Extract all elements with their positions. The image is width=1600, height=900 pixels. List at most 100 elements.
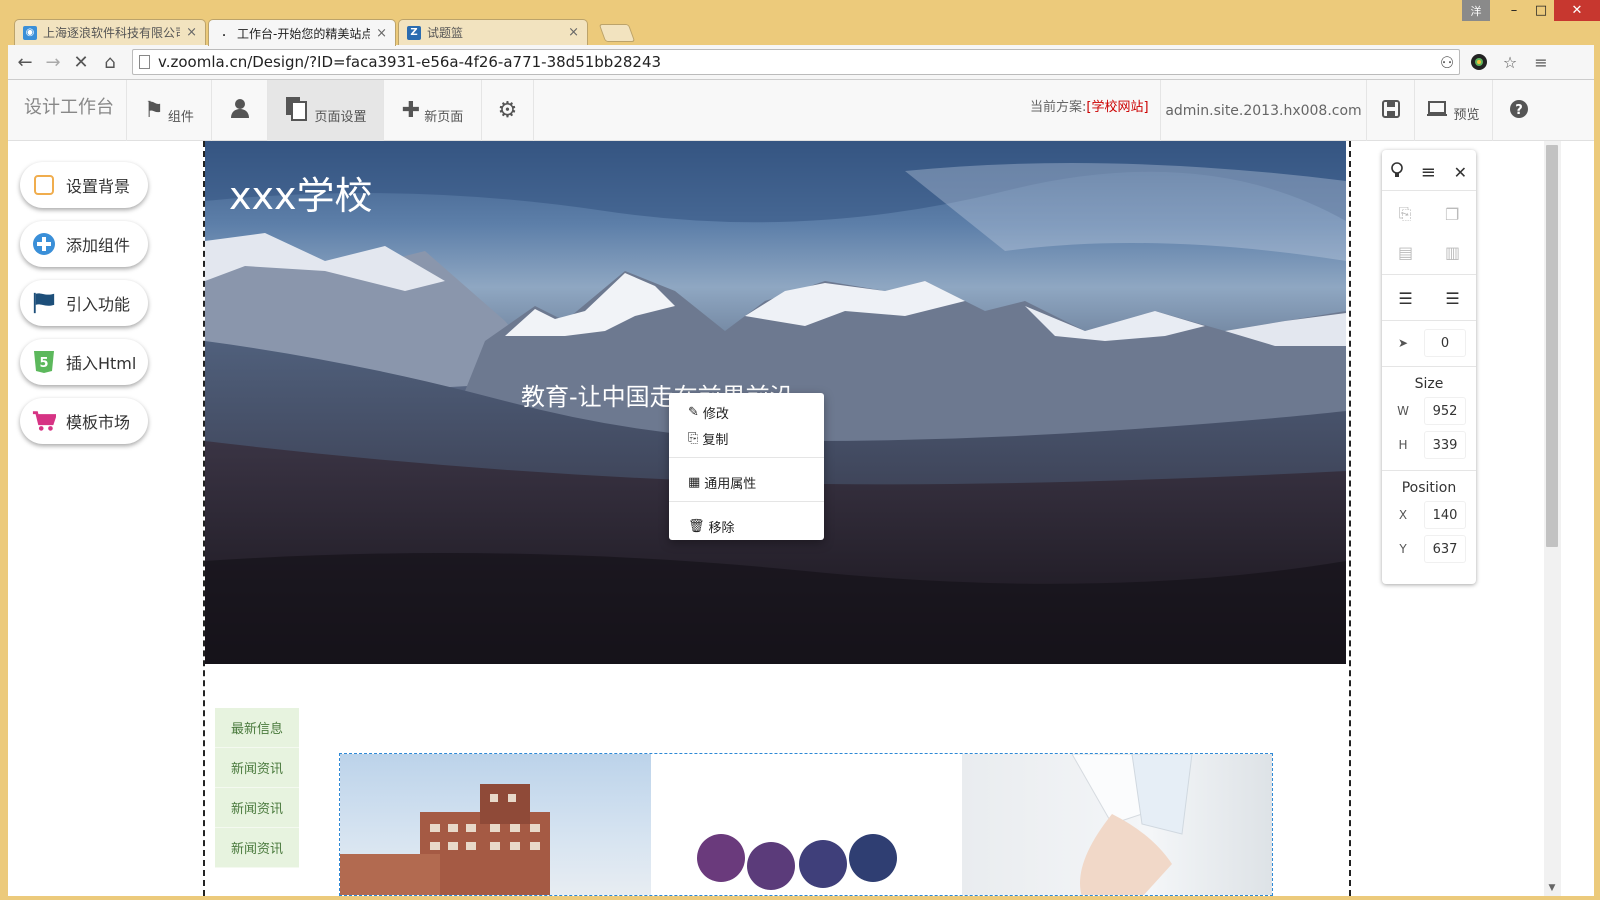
list-item[interactable]: 新闻资讯 — [215, 748, 299, 788]
copy-icon[interactable]: ⎘ — [1399, 204, 1412, 224]
back-arrow-icon[interactable]: ← — [12, 49, 38, 75]
width-field: W 952 — [1382, 397, 1476, 425]
current-scheme[interactable]: 当前方案:[学校网站] — [1030, 80, 1149, 141]
save-button[interactable] — [1366, 80, 1414, 141]
align-justify-icon[interactable]: ☰ — [1445, 289, 1459, 308]
domain-link[interactable]: admin.site.2013.hx008.com — [1160, 80, 1366, 141]
context-menu-remove[interactable]: 🗑 移除 — [688, 517, 735, 536]
position-label: Position — [1401, 480, 1457, 496]
y-label: Y — [1399, 542, 1407, 556]
add-component-button[interactable]: 添加组件 — [20, 221, 148, 267]
minimize-button[interactable]: – — [1500, 0, 1528, 21]
page-icon — [139, 55, 150, 69]
handshake-image — [962, 754, 1272, 895]
set-background-label: 设置背景 — [66, 177, 131, 196]
panel-divider — [1382, 320, 1476, 321]
x-label: X — [1398, 508, 1408, 522]
layer-value[interactable]: 0 — [1424, 329, 1466, 357]
scrollbar-thumb[interactable] — [1546, 145, 1558, 547]
title-bar: ◉ 上海逐浪软件科技有限公司 × . 工作台-开始您的精美站点 × Z 试题篮 … — [0, 0, 1600, 46]
set-background-button[interactable]: 设置背景 — [20, 162, 148, 208]
list-item[interactable]: 新闻资讯 — [215, 788, 299, 828]
context-menu-edit[interactable]: ✎ 修改 — [688, 403, 729, 422]
ime-indicator[interactable]: 洋 — [1462, 0, 1490, 21]
stop-icon[interactable]: ✕ — [68, 49, 94, 75]
url-field[interactable]: v.zoomla.cn/Design/?ID=faca3931-e56a-4f2… — [132, 49, 1460, 75]
bookmark-star-icon[interactable]: ☆ — [1499, 51, 1521, 73]
context-menu-copy[interactable]: ⎘ 复制 — [688, 429, 728, 448]
monitor-icon — [1427, 100, 1449, 122]
scheme-prefix: 当前方案: — [1030, 100, 1087, 115]
school-building-image — [340, 754, 651, 895]
close-window-button[interactable]: ✕ — [1554, 0, 1600, 21]
news-list: 最新信息 新闻资讯 新闻资讯 新闻资讯 — [215, 708, 299, 868]
tab-question-basket[interactable]: Z 试题篮 × — [398, 19, 588, 45]
list-item[interactable]: 最新信息 — [215, 708, 299, 748]
edit-label: 修改 — [702, 407, 729, 422]
address-bar: ← → ✕ ⌂ v.zoomla.cn/Design/?ID=faca3931-… — [8, 45, 1594, 80]
hero-banner[interactable]: xxx学校 教育-让中国走在前界前沿。 ✎ 修改 ⎘ 复制 ▦ 通用属 — [205, 141, 1346, 664]
tab-zoomla[interactable]: ◉ 上海逐浪软件科技有限公司 × — [14, 19, 206, 45]
close-tab-icon[interactable]: × — [376, 26, 387, 41]
insert-html-label: 插入Html — [66, 354, 137, 373]
components-button[interactable]: ⚑ 组件 — [126, 80, 212, 141]
page-settings-button[interactable]: 页面设置 — [268, 80, 384, 141]
x-field: X 140 — [1382, 501, 1476, 529]
globe-icon: ◉ — [23, 25, 37, 40]
new-tab-button[interactable] — [598, 24, 636, 42]
html5-icon: 5 — [32, 350, 56, 374]
forward-arrow-icon[interactable]: → — [40, 49, 66, 75]
home-icon[interactable]: ⌂ — [97, 49, 123, 75]
close-panel-icon[interactable]: ✕ — [1454, 163, 1467, 182]
brand-title: 设计工作台 — [24, 97, 114, 118]
help-button[interactable]: ? — [1492, 80, 1544, 141]
close-tab-icon[interactable]: × — [568, 25, 579, 40]
user-button[interactable] — [212, 80, 268, 141]
grid-icon: ▦ — [688, 475, 701, 490]
tab-title: 上海逐浪软件科技有限公司 — [43, 26, 181, 40]
z-logo-icon: Z — [407, 25, 421, 40]
settings-button[interactable]: ⚙ — [482, 80, 534, 141]
menu-divider — [669, 501, 824, 502]
list-item[interactable]: 新闻资讯 — [215, 828, 299, 868]
panel-align-row: ☰ ☰ — [1382, 284, 1476, 312]
new-page-button[interactable]: ✚ 新页面 — [384, 80, 482, 141]
tab-workbench[interactable]: . 工作台-开始您的精美站点 × — [208, 19, 396, 46]
page-settings-label: 页面设置 — [314, 110, 367, 125]
x-value[interactable]: 140 — [1424, 501, 1466, 529]
close-tab-icon[interactable]: × — [186, 25, 197, 40]
panel-divider — [1382, 366, 1476, 367]
components-label: 组件 — [167, 110, 194, 125]
import-feature-button[interactable]: 引入功能 — [20, 280, 148, 326]
indent-icon[interactable]: ☰ — [1398, 289, 1412, 308]
width-value[interactable]: 952 — [1424, 397, 1466, 425]
send-icon: ➤ — [1397, 336, 1409, 350]
extension-user-icon[interactable]: ⚇ — [1436, 51, 1458, 73]
template-market-label: 模板市场 — [66, 413, 131, 432]
extension-color-icon[interactable] — [1468, 51, 1490, 73]
height-value[interactable]: 339 — [1424, 431, 1466, 459]
left-tool-panel: 设置背景 添加组件 引入功能 5 插入Html 模板市场 — [8, 141, 204, 896]
width-label: W — [1397, 404, 1409, 418]
plus-circle-icon — [32, 232, 56, 256]
y-value[interactable]: 637 — [1424, 535, 1466, 563]
preview-label: 预览 — [1453, 108, 1480, 123]
scroll-down-arrow-icon[interactable]: ▼ — [1547, 883, 1557, 893]
preview-button[interactable]: 预览 — [1414, 80, 1492, 141]
properties-panel: ≡ ✕ ⎘ ❐ ▤ ▥ ☰ ☰ ➤ 0 Size W 952 H 339 Pos… — [1382, 150, 1476, 584]
paste-icon[interactable]: ❐ — [1445, 205, 1459, 224]
file-icon[interactable]: ▤ — [1398, 243, 1413, 262]
maximize-button[interactable]: □ — [1528, 0, 1554, 21]
panel-file-row: ▤ ▥ — [1382, 238, 1476, 266]
lightbulb-icon[interactable] — [1391, 162, 1403, 182]
panel-divider — [1382, 470, 1476, 471]
image-gallery[interactable] — [339, 753, 1273, 896]
list-menu-icon[interactable]: ≡ — [1421, 162, 1436, 183]
insert-html-button[interactable]: 5 插入Html — [20, 339, 148, 385]
import-feature-label: 引入功能 — [66, 295, 131, 314]
menu-icon[interactable]: ≡ — [1530, 51, 1552, 73]
template-market-button[interactable]: 模板市场 — [20, 398, 148, 444]
trash-icon[interactable]: ▥ — [1445, 243, 1460, 262]
page-scrollbar[interactable]: ▼ — [1544, 141, 1561, 896]
context-menu-common-props[interactable]: ▦ 通用属性 — [688, 473, 756, 492]
